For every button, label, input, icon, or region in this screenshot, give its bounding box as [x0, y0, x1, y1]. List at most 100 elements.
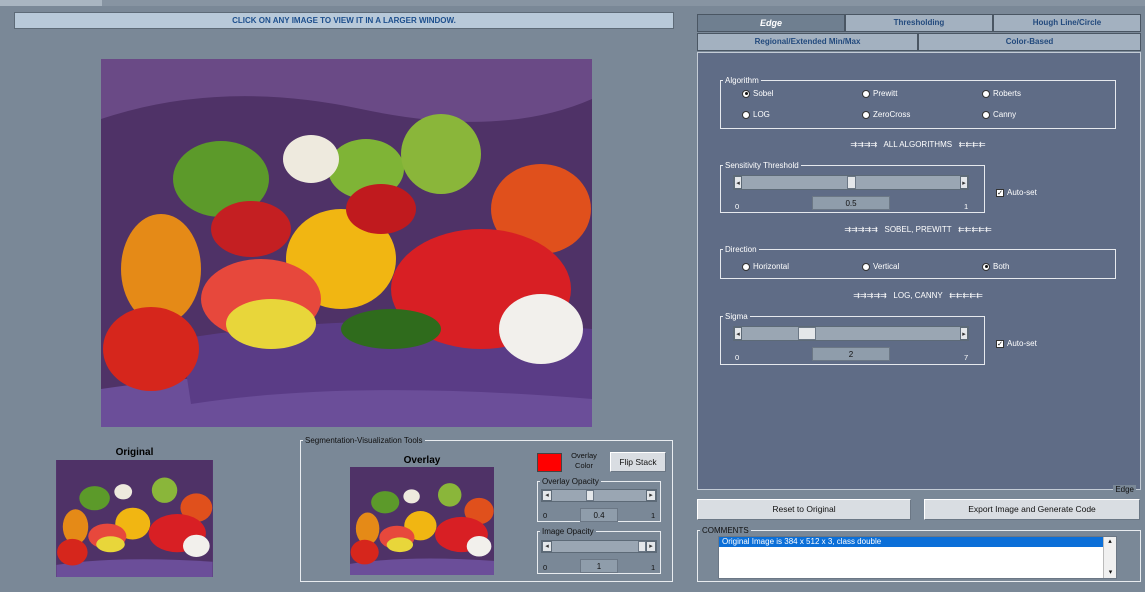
overlay-opacity-min: 0 [543, 511, 548, 520]
tab-regional-extended-min-max[interactable]: Regional/Extended Min/Max [697, 33, 918, 51]
algorithm-title: Algorithm [725, 76, 759, 85]
scroll-down-icon[interactable]: ▾ [1104, 568, 1117, 578]
radio-both[interactable]: Both [982, 262, 1009, 271]
overlay-opacity-slider[interactable]: ◂ ▸ [541, 489, 657, 502]
slider-right-arrow-icon[interactable]: ▸ [960, 176, 968, 189]
note-sobel-prewitt-text: SOBEL, PREWITT [884, 225, 952, 234]
overlay-color-label-line2: Color [575, 461, 593, 470]
sensitivity-max: 1 [964, 202, 969, 211]
slider-left-arrow-icon[interactable]: ◂ [542, 490, 552, 501]
sigma-min: 0 [735, 353, 740, 362]
autoset-label: Auto-set [1007, 339, 1037, 348]
peppers-image-large [101, 59, 592, 427]
slider-thumb[interactable] [846, 176, 856, 189]
sensitivity-value[interactable]: 0.5 [812, 196, 890, 210]
comments-listbox[interactable]: Original Image is 384 x 512 x 3, class d… [718, 536, 1117, 579]
radio-canny[interactable]: Canny [982, 110, 1016, 119]
direction-title: Direction [725, 245, 757, 254]
arrow-glyphs-icon: ⇇⇇⇇⇇⇇ [949, 291, 983, 300]
image-opacity-title: Image Opacity [542, 527, 594, 536]
arrow-glyphs-icon: ⇇⇇⇇⇇⇇ [958, 225, 992, 234]
edge-panel: Algorithm Sobel Prewitt Roberts LOG Zero… [697, 52, 1141, 494]
slider-left-arrow-icon[interactable]: ◂ [734, 176, 742, 189]
sigma-autoset-checkbox[interactable]: ✓ Auto-set [996, 339, 1037, 348]
slider-thumb[interactable] [586, 490, 595, 501]
instruction-banner: CLICK ON ANY IMAGE TO VIEW IT IN A LARGE… [14, 12, 674, 29]
radio-label: Canny [993, 110, 1017, 119]
slider-left-arrow-icon[interactable]: ◂ [542, 541, 552, 552]
radio-dot-icon [862, 89, 870, 98]
radio-horizontal[interactable]: Horizontal [742, 262, 789, 271]
radio-zerocross[interactable]: ZeroCross [862, 110, 910, 119]
radio-dot-icon [982, 110, 990, 119]
window-tab-stub [0, 0, 102, 6]
panel-footer-label: Edge [1113, 485, 1136, 494]
radio-sobel[interactable]: Sobel [742, 89, 773, 98]
radio-dot-icon [982, 262, 990, 271]
note-all-algorithms: ⇉⇉⇉⇉ ALL ALGORITHMS ⇇⇇⇇⇇ [828, 140, 1008, 149]
sigma-max: 7 [964, 353, 969, 362]
slider-thumb[interactable] [798, 327, 816, 340]
radio-dot-icon [742, 110, 750, 119]
note-log-canny: ⇉⇉⇉⇉⇉ LOG, CANNY ⇇⇇⇇⇇⇇ [828, 291, 1008, 300]
overlay-color-label: Overlay Color [566, 451, 602, 471]
overlay-opacity-value[interactable]: 0.4 [580, 508, 618, 522]
slider-left-arrow-icon[interactable]: ◂ [734, 327, 742, 340]
arrow-glyphs-icon: ⇉⇉⇉⇉ [850, 140, 878, 149]
comments-title: COMMENTS [702, 526, 749, 535]
peppers-image-thumb [56, 460, 213, 577]
segmentation-tools-title: Segmentation-Visualization Tools [305, 436, 423, 445]
checkmark-icon: ✓ [996, 188, 1004, 197]
sensitivity-title: Sensitivity Threshold [725, 161, 799, 170]
radio-dot-icon [862, 262, 870, 271]
image-opacity-slider[interactable]: ◂ ▸ [541, 540, 657, 553]
overlay-thumbnail[interactable] [350, 467, 494, 575]
radio-vertical[interactable]: Vertical [862, 262, 899, 271]
tab-hough-line-circle[interactable]: Hough Line/Circle [993, 14, 1141, 32]
overlay-color-swatch[interactable] [537, 453, 562, 472]
original-thumbnail[interactable] [56, 460, 213, 577]
sigma-slider[interactable]: ◂ ▸ [733, 326, 969, 341]
flip-stack-button[interactable]: Flip Stack [610, 452, 666, 472]
slider-right-arrow-icon[interactable]: ▸ [960, 327, 968, 340]
sigma-value[interactable]: 2 [812, 347, 890, 361]
radio-log[interactable]: LOG [742, 110, 770, 119]
export-image-button[interactable]: Export Image and Generate Code [924, 499, 1140, 520]
overlay-caption: Overlay [403, 455, 441, 466]
slider-thumb[interactable] [638, 541, 646, 552]
radio-dot-icon [742, 89, 750, 98]
radio-label: Roberts [993, 89, 1022, 98]
overlay-color-label-line1: Overlay [571, 451, 597, 460]
sigma-title: Sigma [725, 312, 748, 321]
window-top-strip [0, 0, 1145, 6]
radio-label: Sobel [753, 89, 774, 98]
sensitivity-autoset-checkbox[interactable]: ✓ Auto-set [996, 188, 1037, 197]
radio-label: Horizontal [753, 262, 790, 271]
main-image[interactable] [101, 59, 592, 427]
tab-thresholding[interactable]: Thresholding [845, 14, 993, 32]
comments-scrollbar[interactable]: ▴ ▾ [1103, 537, 1116, 578]
checkmark-icon: ✓ [996, 339, 1004, 348]
slider-right-arrow-icon[interactable]: ▸ [646, 541, 656, 552]
radio-roberts[interactable]: Roberts [982, 89, 1021, 98]
scroll-up-icon[interactable]: ▴ [1104, 537, 1116, 547]
image-opacity-value[interactable]: 1 [580, 559, 618, 573]
slider-right-arrow-icon[interactable]: ▸ [646, 490, 656, 501]
radio-label: Both [993, 262, 1010, 271]
algorithm-group: Algorithm [720, 76, 1116, 129]
arrow-glyphs-icon: ⇉⇉⇉⇉⇉ [844, 225, 878, 234]
tab-edge[interactable]: Edge [697, 14, 845, 32]
note-log-canny-text: LOG, CANNY [893, 291, 943, 300]
sensitivity-min: 0 [735, 202, 740, 211]
sensitivity-slider[interactable]: ◂ ▸ [733, 175, 969, 190]
radio-label: Vertical [873, 262, 900, 271]
radio-label: Prewitt [873, 89, 898, 98]
tab-color-based[interactable]: Color-Based [918, 33, 1141, 51]
overlay-opacity-max: 1 [651, 511, 656, 520]
note-sobel-prewitt: ⇉⇉⇉⇉⇉ SOBEL, PREWITT ⇇⇇⇇⇇⇇ [828, 225, 1008, 234]
radio-dot-icon [982, 89, 990, 98]
radio-prewitt[interactable]: Prewitt [862, 89, 897, 98]
reset-to-original-button[interactable]: Reset to Original [697, 499, 911, 520]
comment-line-selected[interactable]: Original Image is 384 x 512 x 3, class d… [719, 537, 1103, 547]
peppers-overlay-image [350, 467, 494, 575]
